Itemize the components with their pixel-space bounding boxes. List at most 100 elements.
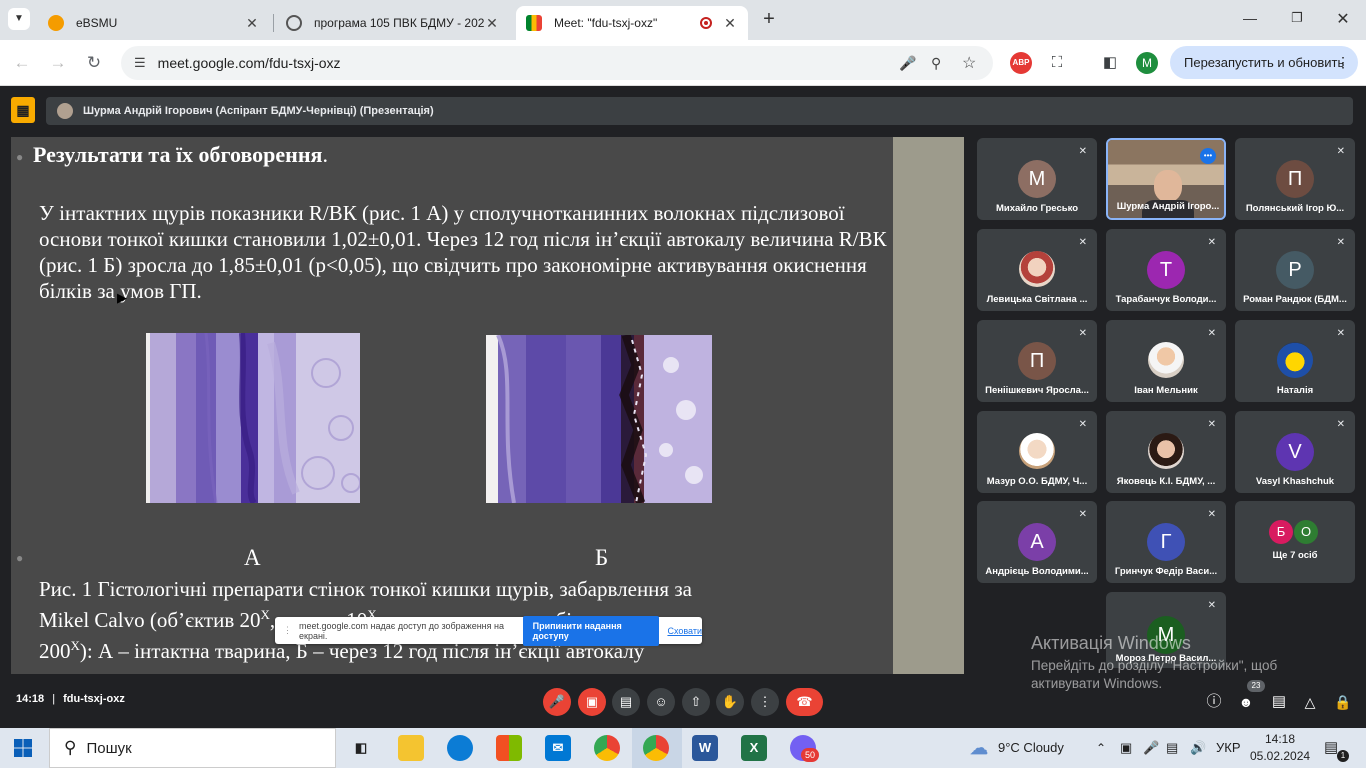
star-icon[interactable]: ☆ (962, 53, 976, 73)
meet-tray-icon[interactable]: ▣ (1120, 728, 1132, 768)
volume-icon[interactable]: 🔊 (1190, 728, 1206, 768)
back-button[interactable]: ← (9, 50, 35, 76)
input-language[interactable]: УКР (1216, 728, 1241, 768)
file-explorer-icon[interactable] (398, 735, 424, 761)
word-icon[interactable]: W (692, 735, 718, 761)
clock[interactable]: 14:18 05.02.2024 (1250, 731, 1310, 765)
drag-handle-icon[interactable]: ⋮ (283, 625, 292, 636)
participant-tile[interactable]: Г ✕ Гринчук Федір Васи... (1106, 501, 1226, 583)
extensions-icon[interactable]: ⛶ (1046, 52, 1068, 74)
windows-taskbar: ⚲ Пошук ◧ ✉ W X 50 ☁ 9°C Cloudy ⌃ ▣ 🎤 ▤ … (0, 728, 1366, 768)
participant-tile-speaking[interactable]: ••• Шурма Андрій Ігоро... (1106, 138, 1226, 220)
reactions-button[interactable]: ☺ (647, 688, 675, 716)
weather-text[interactable]: 9°C Cloudy (998, 728, 1064, 768)
close-icon[interactable]: ✕ (244, 15, 260, 32)
start-button[interactable] (14, 739, 32, 757)
mic-off-icon: ✕ (1336, 419, 1345, 430)
participant-tile[interactable]: ✕ Наталія (1235, 320, 1355, 402)
participant-name: Тарабанчук Володи... (1115, 294, 1217, 305)
speaking-indicator-icon: ••• (1200, 148, 1216, 164)
avatar: Б (1269, 520, 1293, 544)
leave-call-button[interactable]: ☎ (786, 688, 823, 716)
more-participants-tile[interactable]: Б О Ще 7 осіб (1235, 501, 1355, 583)
hide-notice-link[interactable]: Сховати (667, 626, 702, 636)
raise-hand-button[interactable]: ✋ (716, 688, 744, 716)
participant-tile[interactable]: П ✕ Пеніішкевич Ярослa... (977, 320, 1097, 402)
mic-icon[interactable]: 🎤 (899, 55, 916, 72)
participant-tile[interactable]: ✕ Мазур О.О. БДМУ, Ч... (977, 411, 1097, 493)
activities-icon[interactable]: △ (1296, 688, 1324, 716)
label-a: А (244, 545, 261, 570)
zoom-icon[interactable]: ⚲ (931, 55, 941, 72)
micrograph-a (146, 333, 360, 503)
host-controls-icon[interactable]: 🔒 (1329, 688, 1357, 716)
tab-ebsmu[interactable]: eBSMU ✕ (38, 6, 270, 40)
participant-name: Андрієць Володими... (985, 566, 1089, 577)
new-tab-button[interactable]: + (758, 8, 780, 30)
meet-favicon (526, 15, 542, 31)
avatar-photo (1277, 342, 1313, 378)
participant-tile[interactable]: ✕ Іван Мельник (1106, 320, 1226, 402)
participant-tile[interactable]: V ✕ Vasyl Khashchuk (1235, 411, 1355, 493)
restore-button[interactable]: ❐ (1287, 10, 1307, 26)
minimize-button[interactable]: — (1240, 10, 1260, 26)
tab-programa[interactable]: програма 105 ПВК БДМУ - 202 ✕ (276, 6, 510, 40)
address-bar[interactable]: ☰ meet.google.com/fdu-tsxj-oxz 🎤 ⚲ ☆ (121, 46, 993, 80)
stop-sharing-button[interactable]: Припинити надання доступу (522, 615, 660, 646)
captions-button[interactable]: ▤ (612, 688, 640, 716)
people-icon[interactable]: ☻ (1232, 688, 1260, 716)
network-icon[interactable]: ▤ (1166, 728, 1178, 768)
weather-cloud-icon[interactable]: ☁ (966, 735, 992, 761)
participant-tile[interactable]: Р ✕ Роман Рандюк (БДМ... (1235, 229, 1355, 311)
mic-off-icon: ✕ (1078, 509, 1087, 520)
avatar: М (1018, 160, 1056, 198)
close-icon[interactable]: ✕ (484, 15, 500, 32)
participant-tile[interactable]: М ✕ Михайло Гресько (977, 138, 1097, 220)
tray-chevron-icon[interactable]: ⌃ (1096, 728, 1106, 768)
taskbar-search-box[interactable]: ⚲ Пошук (49, 728, 336, 768)
bullet-dot: ● (16, 150, 24, 164)
caption-sup: Х (260, 607, 270, 622)
edge-icon[interactable] (447, 735, 473, 761)
tab-meet[interactable]: Meet: "fdu-tsxj-oxz" ✕ (516, 6, 748, 40)
more-options-button[interactable]: ⋮ (751, 688, 779, 716)
present-screen-icon[interactable]: ▦ (11, 97, 35, 123)
chrome-profile-icon[interactable] (643, 735, 669, 761)
participant-tile[interactable]: ✕ Яковець К.І. БДМУ, ... (1106, 411, 1226, 493)
reload-button[interactable]: ↻ (81, 50, 107, 76)
profile-avatar[interactable]: M (1136, 52, 1158, 74)
forward-button[interactable]: → (45, 50, 71, 76)
close-window-button[interactable]: ✕ (1333, 9, 1353, 29)
share-notice-text: meet.google.com надає доступ до зображен… (299, 620, 504, 641)
chrome-icon[interactable] (594, 735, 620, 761)
adblock-icon[interactable]: ABP (1010, 52, 1032, 74)
mic-tray-icon[interactable]: 🎤 (1143, 728, 1159, 768)
globe-icon (286, 15, 302, 31)
camera-toggle-button[interactable]: ▣ (578, 688, 606, 716)
participant-tile[interactable]: П ✕ Полянський Ігор Ю... (1235, 138, 1355, 220)
meeting-details-icon[interactable]: ⓘ (1200, 688, 1228, 716)
present-now-button[interactable]: ⇧ (682, 688, 710, 716)
avatar: П (1276, 160, 1314, 198)
participant-tile[interactable]: ✕ Левицька Світлана ... (977, 229, 1097, 311)
caption-line-1: Рис. 1 Гістологічні препарати стінок тон… (39, 577, 692, 601)
avatar-photo (1148, 433, 1184, 469)
participant-tile[interactable]: А ✕ Андрієць Володими... (977, 501, 1097, 583)
store-icon[interactable] (496, 735, 522, 761)
participant-tile[interactable]: Т ✕ Тарабанчук Володи... (1106, 229, 1226, 311)
watermark-title: Активація Windows (1031, 633, 1191, 653)
close-icon[interactable]: ✕ (722, 15, 738, 32)
browser-tab-strip: ▼ eBSMU ✕ програма 105 ПВК БДМУ - 202 ✕ … (0, 0, 1366, 40)
side-panel-icon[interactable]: ◧ (1099, 52, 1121, 74)
mic-toggle-button[interactable]: 🎤 (543, 688, 571, 716)
excel-icon[interactable]: X (741, 735, 767, 761)
task-view-icon[interactable]: ◧ (348, 735, 374, 761)
mail-icon[interactable]: ✉ (545, 735, 571, 761)
chat-icon[interactable]: ▤ (1265, 688, 1293, 716)
avatar-photo (1019, 433, 1055, 469)
menu-icon[interactable]: ⋮ (1336, 54, 1350, 71)
relaunch-button[interactable]: Перезапустить и обновить ⋮ (1170, 46, 1358, 79)
site-info-icon[interactable]: ☰ (134, 55, 146, 71)
notifications-icon[interactable]: ▤ (1324, 728, 1338, 768)
tab-search-button[interactable]: ▼ (8, 8, 30, 30)
